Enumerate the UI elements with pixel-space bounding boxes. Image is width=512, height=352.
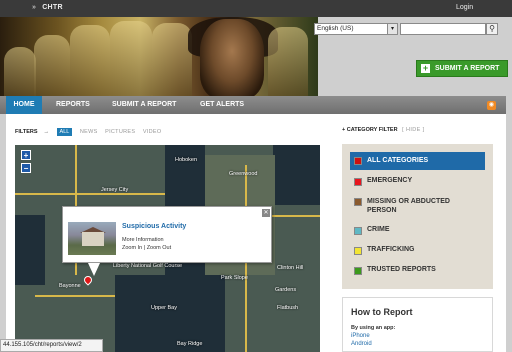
top-bar: » CHTR Login: [0, 0, 512, 17]
site-brand[interactable]: » CHTR: [32, 4, 63, 11]
category-swatch: [354, 198, 362, 206]
iphone-link[interactable]: iPhone: [351, 333, 370, 339]
submit-report-label: SUBMIT A REPORT: [435, 65, 500, 72]
category-label: TRAFFICKING: [367, 246, 415, 253]
browser-status-bar: 44.155.105/cht/reports/view/2: [0, 339, 103, 352]
filter-video[interactable]: VIDEO: [143, 129, 162, 135]
category-label: EMERGENCY: [367, 177, 413, 184]
category-label: TRUSTED REPORTS: [367, 266, 436, 273]
category-filter-header: + CATEGORY FILTER [ HIDE ]: [342, 127, 425, 133]
language-select[interactable]: English (US) ▾: [314, 23, 398, 35]
category-label: ALL CATEGORIES: [367, 157, 429, 164]
category-swatch: [354, 157, 362, 165]
arrow-right-icon: →: [43, 129, 50, 135]
map-label-bay-ridge: Bay Ridge: [177, 341, 203, 347]
login-link[interactable]: Login: [456, 4, 473, 11]
category-label: MISSING OR ABDUCTED PERSON: [367, 198, 450, 214]
filter-news[interactable]: NEWS: [80, 129, 98, 135]
map-zoom-in-button[interactable]: +: [21, 150, 31, 160]
nav-submit-report[interactable]: SUBMIT A REPORT: [112, 96, 176, 114]
map-label-clinton-hill: Clinton Hill: [277, 265, 304, 271]
main-nav: HOME REPORTS SUBMIT A REPORT GET ALERTS: [0, 96, 506, 114]
map-label-liberty-national: Liberty National Golf Course: [113, 263, 183, 269]
zoom-out-link[interactable]: Zoom Out: [147, 245, 171, 251]
media-filters: FILTERS → ALL NEWS PICTURES VIDEO: [15, 128, 167, 136]
category-swatch: [354, 178, 362, 186]
map-zoom-out-button[interactable]: −: [21, 163, 31, 173]
filters-label: FILTERS: [15, 129, 38, 135]
submit-report-button[interactable]: + SUBMIT A REPORT: [416, 60, 508, 77]
search-button[interactable]: ⚲: [486, 23, 498, 35]
popup-zoom-links: Zoom In | Zoom Out: [122, 245, 171, 251]
category-label: CRIME: [367, 226, 390, 233]
plus-icon: +: [421, 63, 430, 73]
search-icon: ⚲: [489, 24, 495, 33]
popup-pointer: [88, 263, 100, 276]
how-to-report-title: How to Report: [351, 307, 413, 317]
zoom-separator: |: [143, 245, 146, 251]
zoom-in-link[interactable]: Zoom In: [122, 245, 142, 251]
map-label-greenwood: Greenwood: [229, 171, 258, 177]
category-filter-hide-link[interactable]: [ HIDE ]: [402, 127, 424, 133]
how-to-report-panel: How to Report By using an app: iPhone An…: [342, 297, 493, 352]
map-label-flatbush: Flatbush: [277, 305, 299, 311]
map-label-hoboken: Hoboken: [175, 157, 198, 163]
header-banner-image: [0, 17, 318, 100]
language-value: English (US): [317, 25, 354, 32]
category-swatch: [354, 247, 362, 255]
category-all[interactable]: ALL CATEGORIES: [350, 152, 485, 170]
report-popup: ✕ Suspicious Activity More Information Z…: [62, 206, 272, 263]
category-filter-label: + CATEGORY FILTER: [342, 127, 398, 133]
chevron-down-icon: ▾: [387, 24, 397, 34]
more-information-link[interactable]: More Information: [122, 237, 164, 243]
map-label-park-slope: Park Slope: [221, 275, 248, 281]
close-icon[interactable]: ✕: [262, 209, 270, 217]
category-swatch: [354, 227, 362, 235]
rss-icon[interactable]: ◉: [487, 101, 496, 110]
nav-get-alerts[interactable]: GET ALERTS: [200, 96, 244, 114]
filter-pictures[interactable]: PICTURES: [105, 129, 135, 135]
report-thumbnail[interactable]: [68, 222, 116, 255]
report-title-link[interactable]: Suspicious Activity: [122, 223, 186, 230]
android-link[interactable]: Android: [351, 341, 372, 347]
how-to-report-subtitle: By using an app:: [351, 325, 396, 331]
map-label-gardens: Gardens: [275, 287, 297, 293]
nav-reports[interactable]: REPORTS: [56, 96, 90, 114]
filter-all[interactable]: ALL: [56, 128, 73, 136]
map-label-jersey-city: Jersey City: [101, 187, 129, 193]
category-swatch: [354, 267, 362, 275]
double-arrow-icon: »: [32, 4, 37, 11]
map-label-bayonne: Bayonne: [59, 283, 81, 289]
brand-label: CHTR: [42, 4, 63, 11]
search-input[interactable]: [400, 23, 486, 35]
category-list: ALL CATEGORIES EMERGENCY MISSING OR ABDU…: [342, 144, 493, 289]
map-label-upper-bay: Upper Bay: [151, 305, 177, 311]
nav-home[interactable]: HOME: [6, 96, 42, 114]
